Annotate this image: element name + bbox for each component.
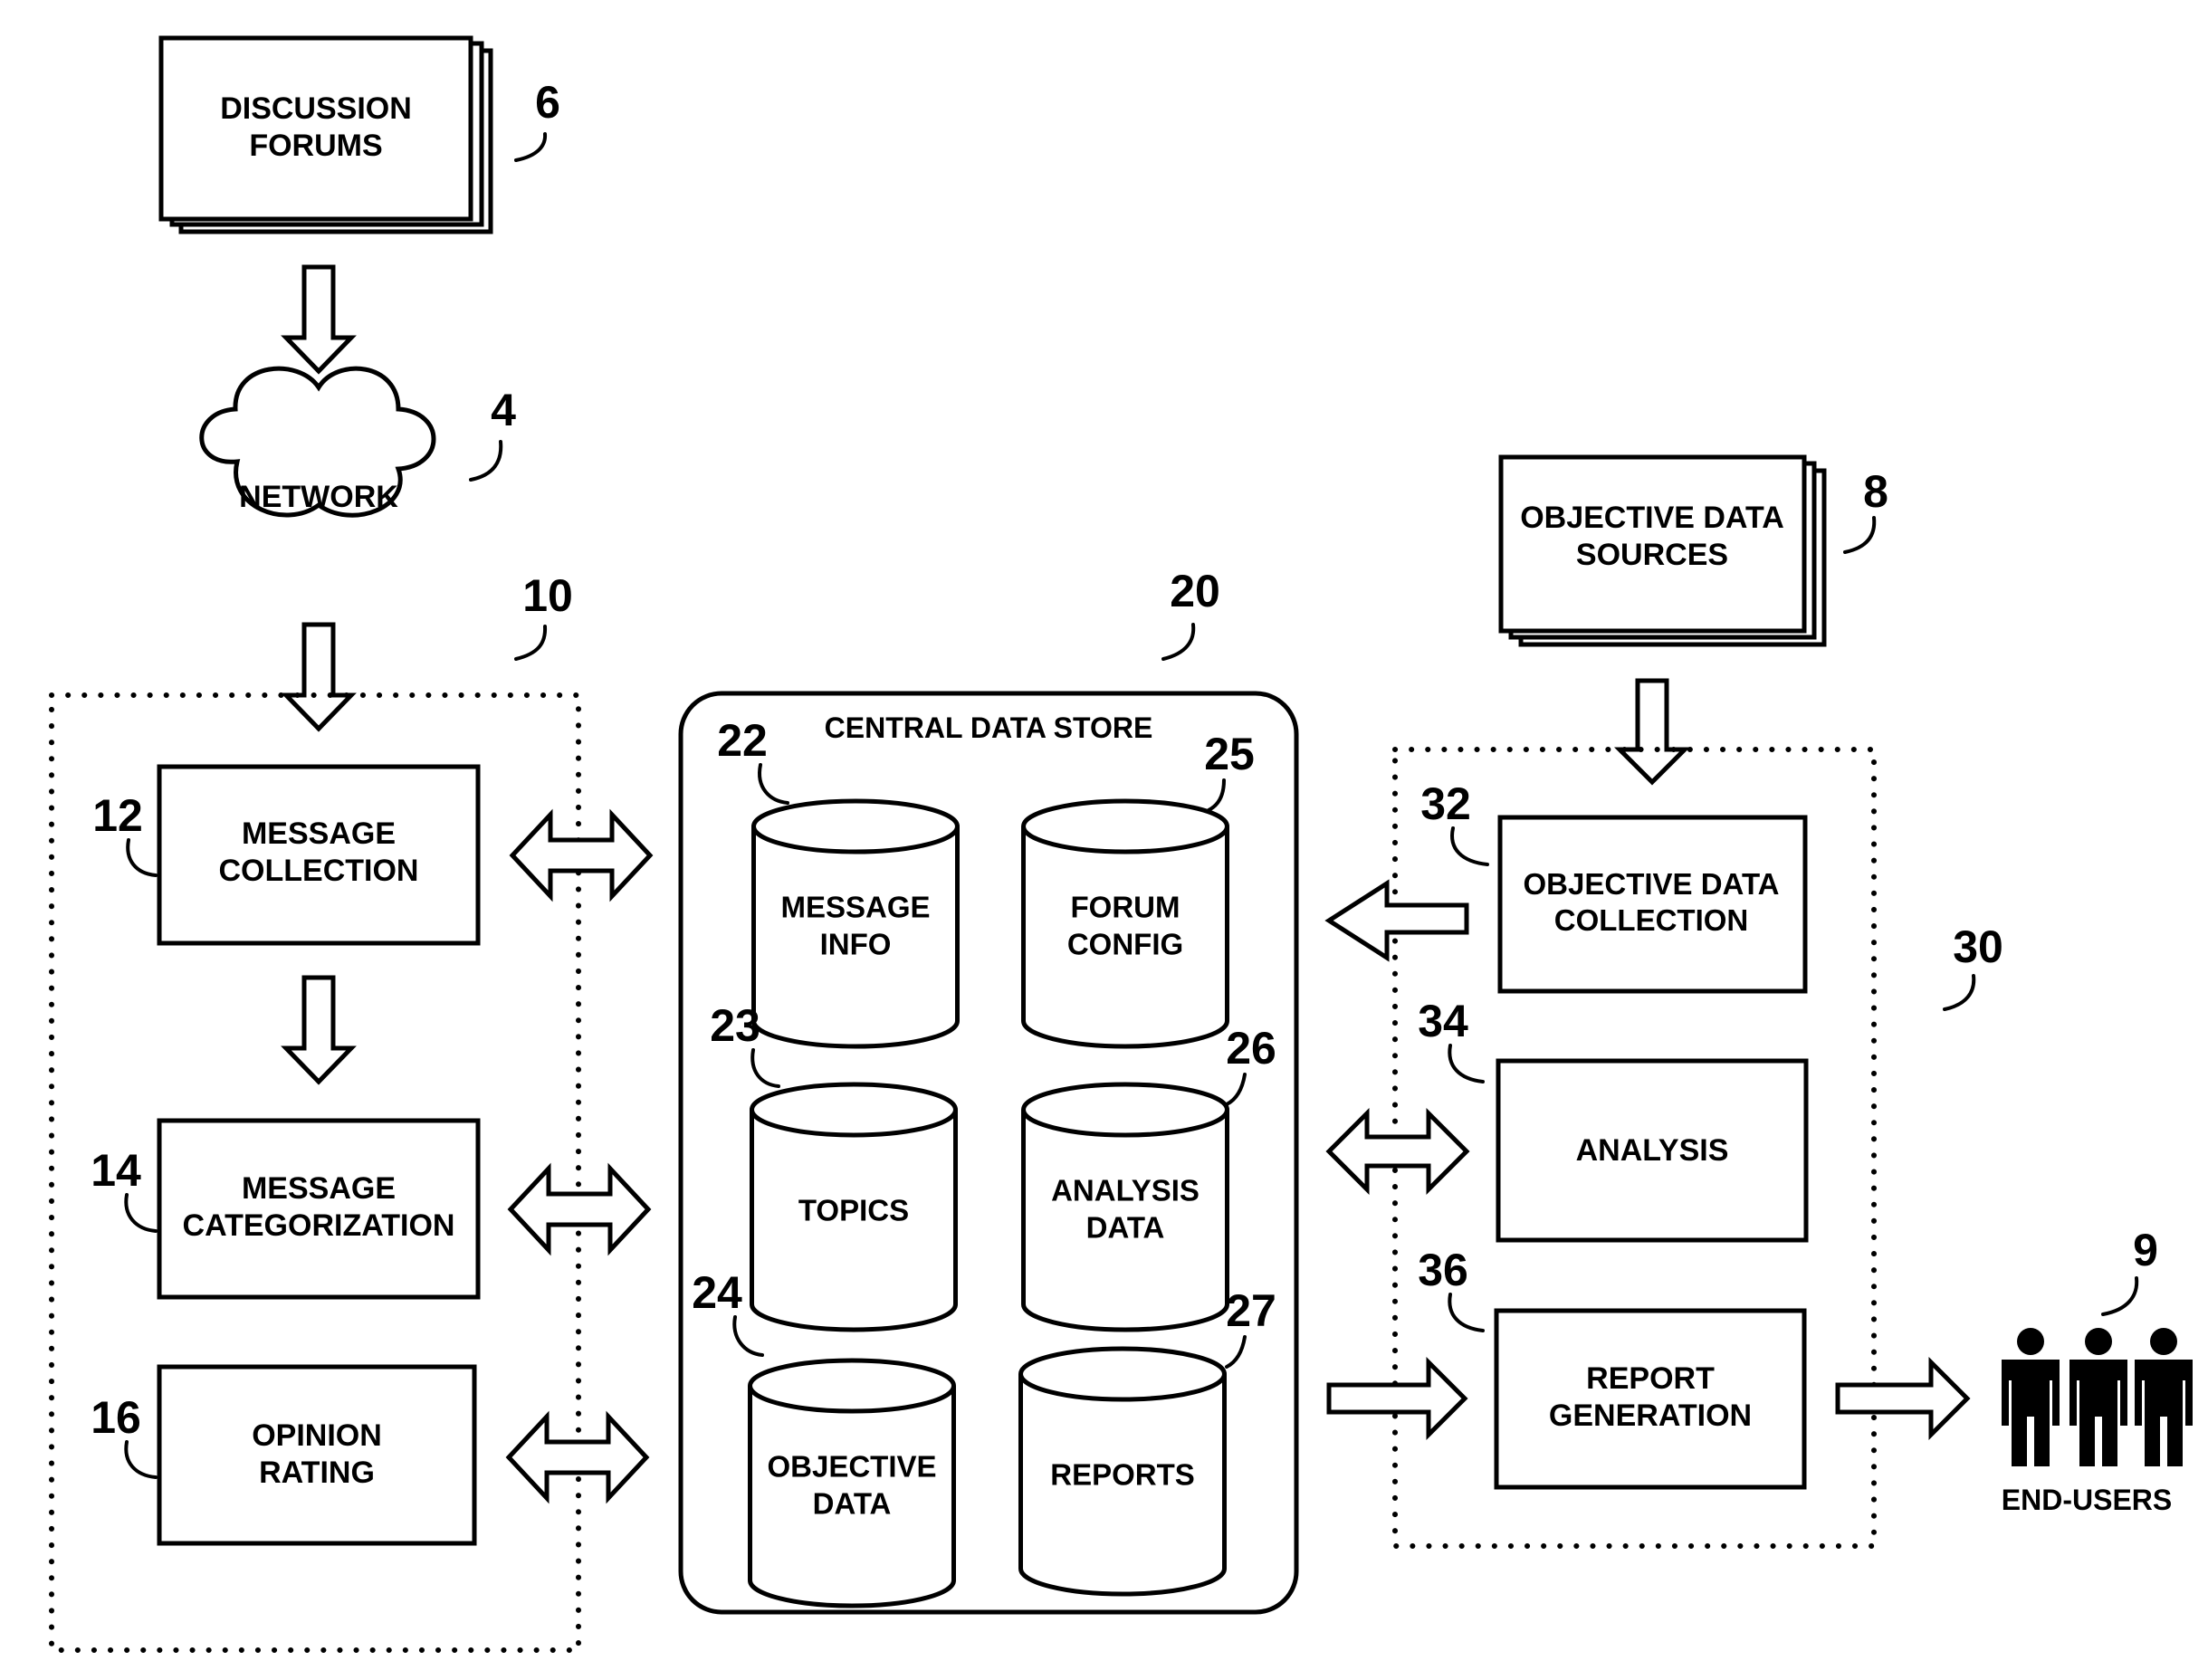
ref-4: 4 [491, 385, 516, 435]
opinion-rating-label-1: OPINION [252, 1418, 382, 1453]
ref-34-leader [1448, 1044, 1485, 1083]
ref-26: 26 [1226, 1023, 1276, 1074]
ref-23: 23 [710, 1000, 760, 1051]
cylinder-top [1021, 1082, 1229, 1138]
message-categorization-label-2: CATEGORIZATION [183, 1208, 455, 1243]
ref-12-leader [126, 838, 158, 877]
message-collection-label-2: COLLECTION [219, 854, 419, 888]
ref-34: 34 [1418, 996, 1468, 1046]
report-generation-label-2: GENERATION [1549, 1398, 1752, 1433]
ref-10: 10 [522, 570, 573, 621]
cylinder-label: ANALYSIS [1051, 1174, 1200, 1208]
cylinder-top [748, 1358, 956, 1414]
discussion-forums-label-2: FORUMS [249, 129, 382, 163]
ref-10-leader [514, 625, 548, 661]
central-data-store-title: CENTRAL DATA STORE [825, 711, 1153, 744]
end-users-label: END-USERS [2002, 1484, 2172, 1516]
ref-20: 20 [1170, 566, 1220, 616]
cylinder-top [751, 798, 960, 854]
cylinder-label: CONFIG [1067, 928, 1183, 961]
ref-32-leader [1450, 826, 1489, 866]
ref-8-leader [1843, 516, 1877, 554]
ref-32: 32 [1420, 778, 1471, 829]
ref-36-leader [1448, 1293, 1485, 1332]
discussion-forums-label-1: DISCUSSION [220, 91, 412, 126]
objective-data-sources-node: OBJECTIVE DATA SOURCES [1498, 454, 1827, 647]
cylinder-label: DATA [813, 1487, 892, 1521]
ref-8: 8 [1863, 466, 1888, 517]
ref-27: 27 [1226, 1285, 1276, 1336]
arrow-forums-to-network [281, 264, 357, 375]
system-diagram: DISCUSSION FORUMS 6 NETWORK 4 10 MESSAGE… [49, 35, 2193, 1653]
discussion-forums-node: DISCUSSION FORUMS [158, 35, 493, 234]
message-categorization-node: MESSAGE CATEGORIZATION [157, 1118, 481, 1300]
cylinder-label: OBJECTIVE [767, 1450, 936, 1484]
network-label: NETWORK [239, 480, 398, 514]
arrow-sources-to-collection [1613, 678, 1691, 786]
arrow-objective-collection-to-store [1324, 879, 1469, 962]
analysis-node: ANALYSIS [1496, 1058, 1809, 1243]
message-categorization-label-1: MESSAGE [242, 1171, 396, 1206]
end-users-icon [2002, 1328, 2193, 1466]
analysis-label: ANALYSIS [1576, 1133, 1729, 1168]
ref-30-leader [1943, 974, 1976, 1011]
cylinder-label: INFO [820, 928, 892, 961]
objective-data-collection-node: OBJECTIVE DATA COLLECTION [1497, 815, 1808, 994]
objective-data-sources-label-1: OBJECTIVE DATA [1520, 501, 1784, 535]
cylinder-label: REPORTS [1050, 1458, 1195, 1492]
ref-12: 12 [92, 790, 143, 841]
objective-data-collection-label-1: OBJECTIVE DATA [1524, 867, 1780, 901]
objective-data-sources-label-2: SOURCES [1576, 538, 1728, 572]
ref-30: 30 [1953, 921, 2003, 972]
ref-25: 25 [1204, 729, 1255, 779]
arrow-collection-to-categorization [281, 975, 357, 1085]
ref-16: 16 [91, 1392, 141, 1443]
double-arrow-collection-store [509, 808, 654, 902]
network-cloud: NETWORK [199, 366, 436, 518]
ref-9: 9 [2133, 1225, 2158, 1275]
ref-6: 6 [535, 77, 560, 128]
cylinder-top [1021, 798, 1229, 854]
cylinder-label: TOPICS [798, 1194, 909, 1227]
arrow-store-to-report [1326, 1356, 1468, 1441]
cylinder-top [750, 1082, 958, 1138]
arrow-report-to-end-users [1835, 1356, 1971, 1441]
ref-14: 14 [91, 1145, 141, 1196]
person-icon [2135, 1328, 2193, 1466]
arrow-network-to-collection [281, 622, 357, 732]
opinion-rating-node: OPINION RATING [157, 1364, 477, 1546]
ref-14-leader [124, 1193, 158, 1233]
ref-22: 22 [717, 715, 768, 766]
ref-9-leader [2101, 1276, 2139, 1316]
cylinder-label: FORUM [1071, 891, 1180, 924]
objective-data-collection-label-2: COLLECTION [1554, 903, 1748, 937]
person-icon [2002, 1328, 2060, 1466]
ref-6-leader [514, 132, 548, 162]
double-arrow-categorization-store [507, 1162, 652, 1256]
message-collection-label-1: MESSAGE [242, 816, 396, 851]
cylinder-top [1018, 1346, 1227, 1402]
ref-20-leader [1161, 623, 1196, 661]
report-generation-node: REPORT GENERATION [1494, 1308, 1807, 1490]
report-generation-label-1: REPORT [1586, 1361, 1715, 1396]
double-arrow-store-analysis [1325, 1107, 1470, 1196]
opinion-rating-label-2: RATING [259, 1456, 375, 1490]
ref-16-leader [124, 1440, 158, 1479]
cylinder-label: MESSAGE [780, 891, 930, 924]
ref-4-leader [469, 440, 503, 482]
ref-24: 24 [692, 1267, 742, 1318]
cylinder-label: DATA [1086, 1211, 1165, 1245]
person-icon [2069, 1328, 2127, 1466]
ref-36: 36 [1418, 1245, 1468, 1295]
message-collection-node: MESSAGE COLLECTION [157, 764, 481, 946]
